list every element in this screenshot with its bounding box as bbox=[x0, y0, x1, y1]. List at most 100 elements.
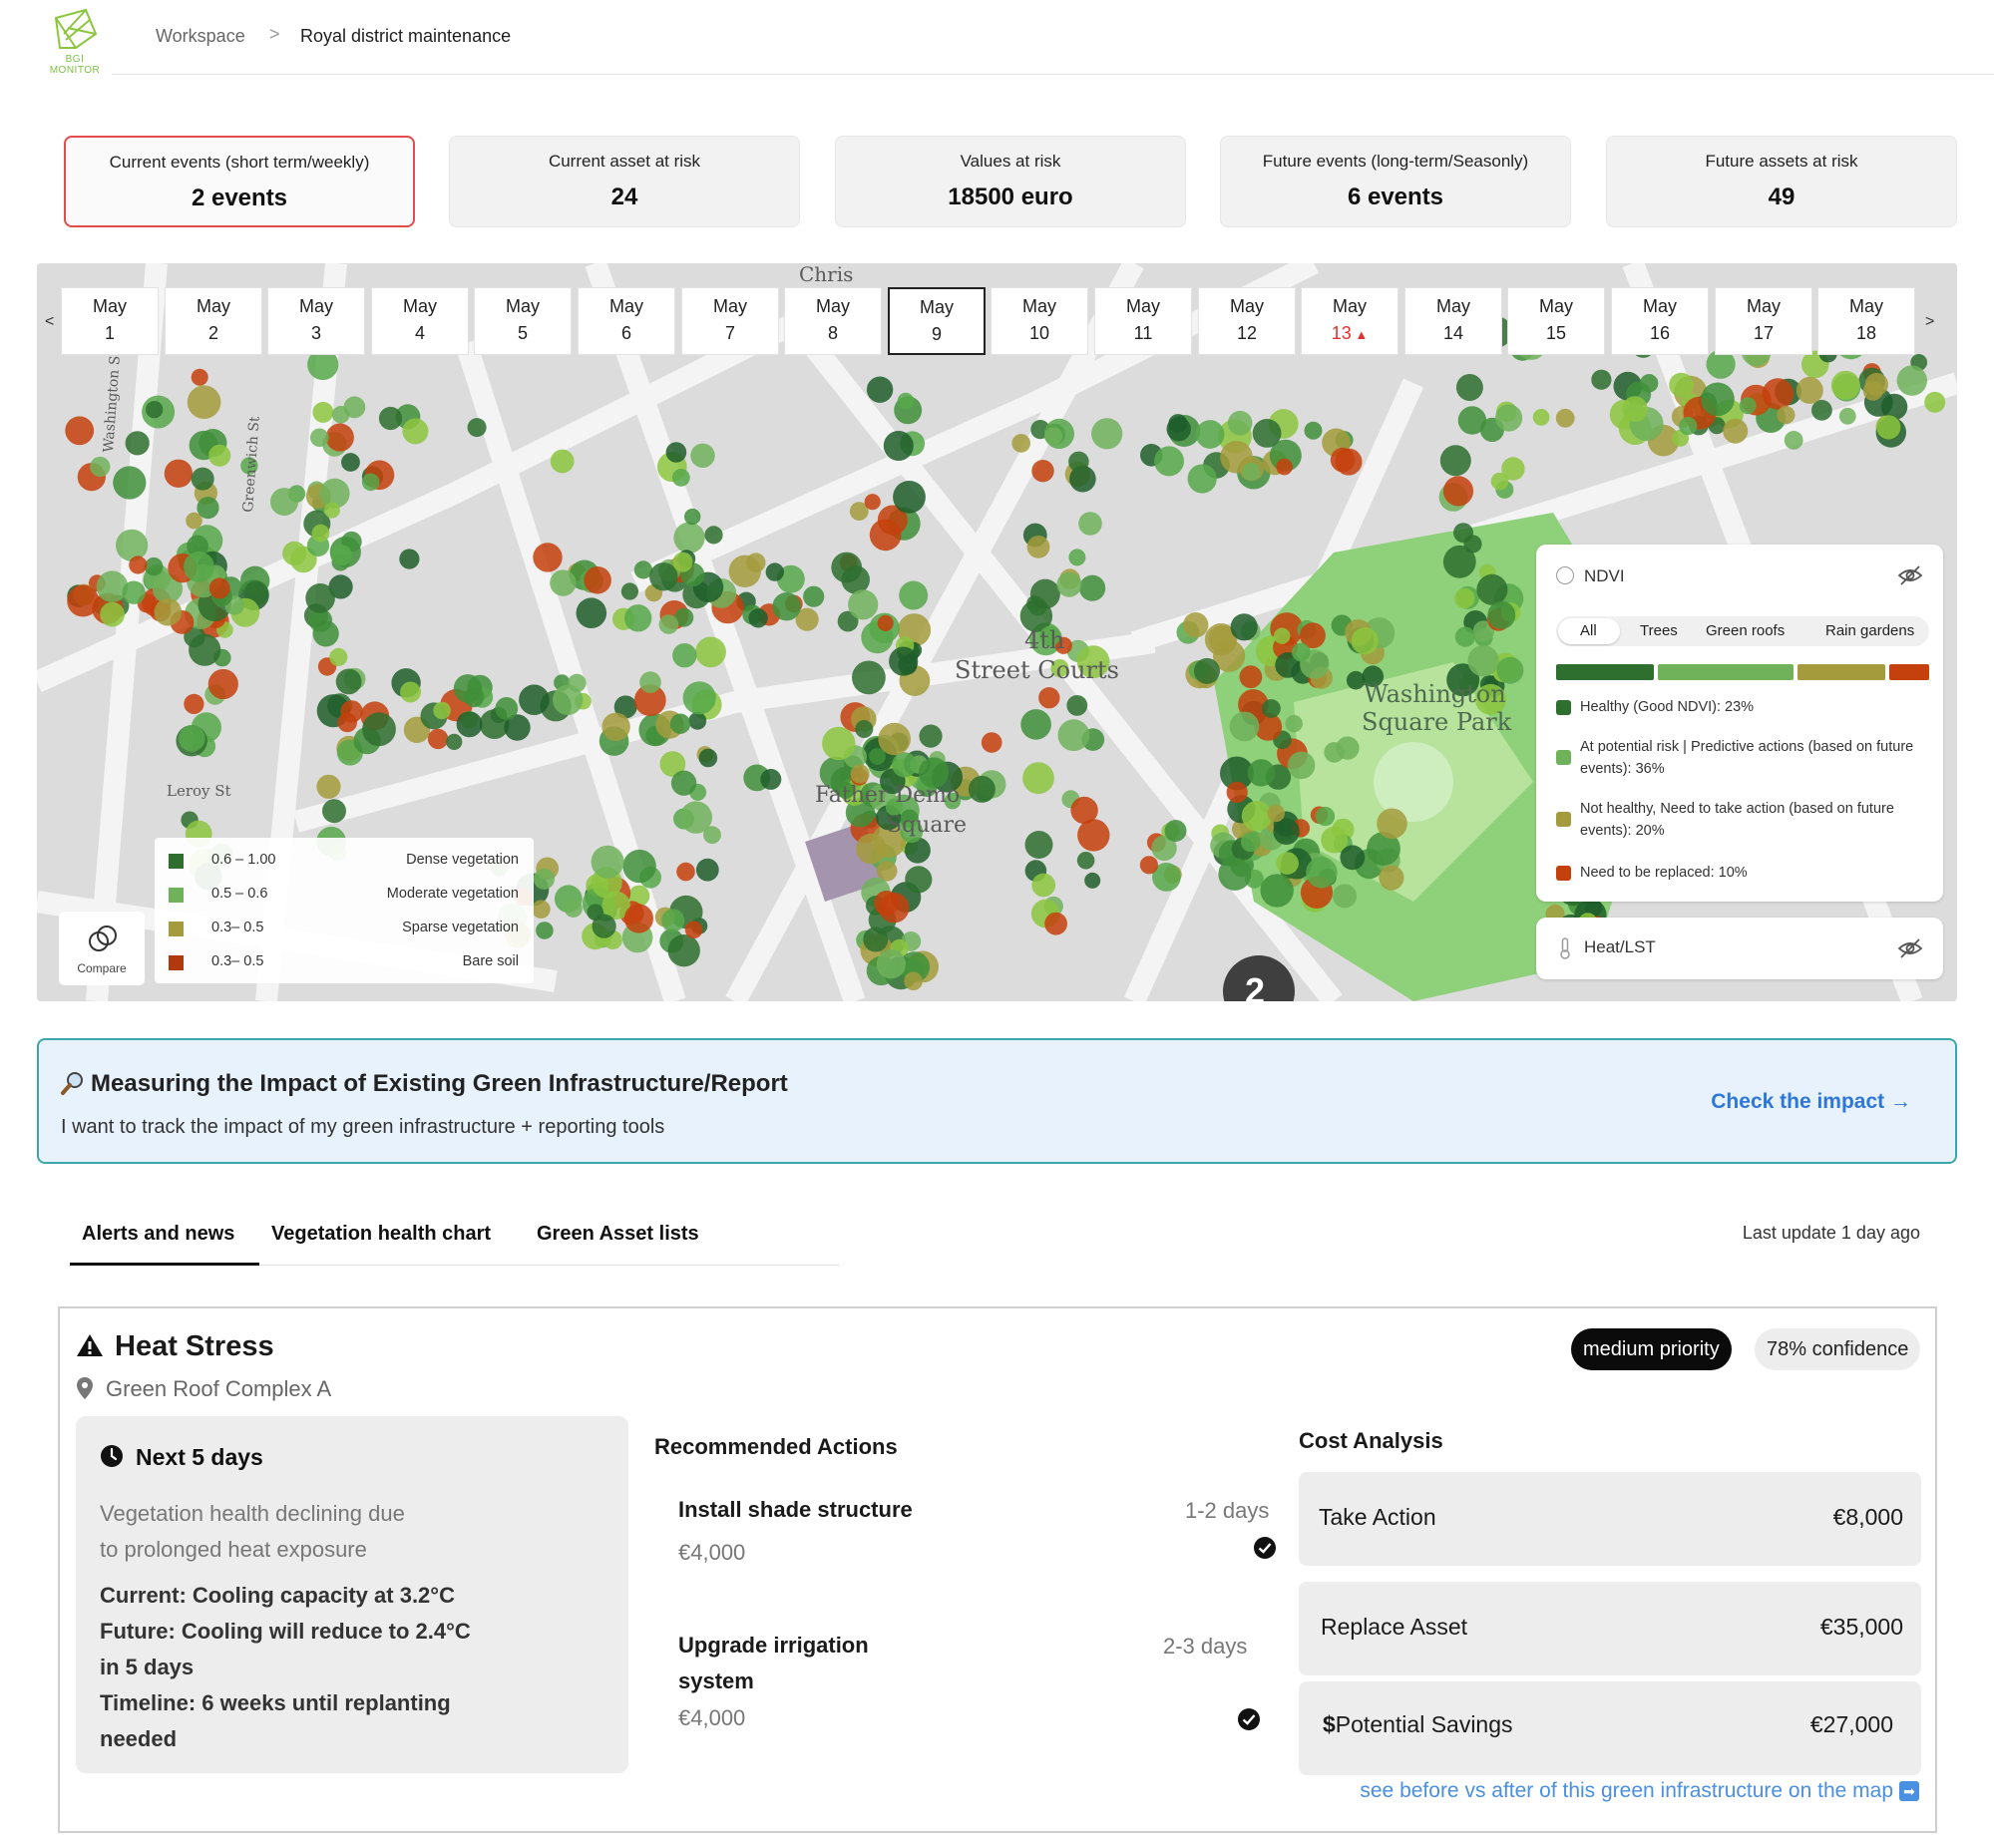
date-day-number: 14 bbox=[1442, 323, 1464, 343]
filter-green-roofs[interactable]: Green roofs bbox=[1706, 622, 1785, 639]
date-cell[interactable]: May 5 bbox=[474, 287, 572, 355]
tree-marker bbox=[1463, 535, 1482, 554]
check-circle-icon[interactable] bbox=[1237, 1707, 1261, 1731]
tree-marker bbox=[125, 431, 150, 456]
tree-marker bbox=[1031, 873, 1056, 898]
filter-all[interactable]: All bbox=[1580, 622, 1597, 639]
date-cell[interactable]: May 17 bbox=[1715, 287, 1812, 355]
tree-marker bbox=[1252, 419, 1282, 448]
timeline-prev-button[interactable]: < bbox=[45, 313, 54, 331]
filter-trees[interactable]: Trees bbox=[1640, 622, 1678, 639]
stat-card-future-events[interactable]: Future events (long-term/Seasonly) 6 eve… bbox=[1220, 136, 1571, 227]
tree-marker bbox=[591, 845, 624, 879]
date-cell[interactable]: May 13 ▲ bbox=[1301, 287, 1398, 355]
action-title-line: Upgrade irrigation bbox=[678, 1633, 869, 1658]
check-circle-icon[interactable] bbox=[1253, 1536, 1277, 1560]
tree-marker bbox=[658, 614, 679, 634]
ndvi-scale-row: 0.5 – 0.6 Moderate vegetation bbox=[169, 886, 523, 906]
tree-marker bbox=[191, 467, 214, 491]
link-text: see before vs after of this green infras… bbox=[1360, 1779, 1893, 1802]
tree-marker bbox=[184, 693, 204, 714]
impact-banner: Measuring the Impact of Existing Green I… bbox=[37, 1038, 1957, 1164]
compare-button[interactable]: Compare bbox=[59, 912, 145, 985]
tab-vegetation-health-chart[interactable]: Vegetation health chart bbox=[271, 1223, 491, 1246]
stat-card-values-at-risk[interactable]: Values at risk 18500 euro bbox=[835, 136, 1186, 227]
ndvi-panel-title: NDVI bbox=[1584, 566, 1625, 585]
tree-marker bbox=[1292, 642, 1311, 662]
tree-marker bbox=[584, 566, 611, 594]
before-after-map-link[interactable]: see before vs after of this green infras… bbox=[1360, 1779, 1919, 1803]
date-day-number: 15 bbox=[1545, 323, 1567, 343]
scale-swatch bbox=[169, 854, 184, 869]
tree-marker bbox=[1276, 852, 1299, 875]
vegetation-map[interactable]: 2 4th Street Courts Washington Square Pa… bbox=[37, 263, 1957, 1001]
action-title[interactable]: Upgrade irrigation system bbox=[678, 1628, 869, 1699]
date-cell[interactable]: May 3 bbox=[267, 287, 365, 355]
date-cell[interactable]: May 12 bbox=[1198, 287, 1296, 355]
hide-layer-icon[interactable] bbox=[1897, 937, 1923, 959]
tree-marker bbox=[1762, 378, 1795, 410]
hide-layer-icon[interactable] bbox=[1897, 564, 1923, 586]
tree-marker bbox=[1640, 374, 1659, 393]
date-day-number: 2 bbox=[207, 323, 218, 343]
filter-rain-gardens[interactable]: Rain gardens bbox=[1825, 622, 1914, 639]
tree-marker bbox=[495, 697, 519, 720]
ndvi-bar-replace bbox=[1889, 664, 1929, 680]
tab-alerts-and-news[interactable]: Alerts and news bbox=[82, 1223, 234, 1246]
stat-card-future-assets[interactable]: Future assets at risk 49 bbox=[1606, 136, 1957, 227]
date-cell[interactable]: May 15 bbox=[1507, 287, 1605, 355]
ndvi-legend-healthy: Healthy (Good NDVI): 23% bbox=[1556, 696, 1925, 718]
date-cell[interactable]: May 16 bbox=[1611, 287, 1709, 355]
date-cell[interactable]: May 1 bbox=[61, 287, 159, 355]
alert-location: Green Roof Complex A bbox=[106, 1376, 332, 1401]
date-cell[interactable]: May 4 bbox=[371, 287, 469, 355]
stat-card-current-assets[interactable]: Current asset at risk 24 bbox=[449, 136, 800, 227]
date-month: May bbox=[298, 296, 333, 316]
tree-marker bbox=[1038, 687, 1060, 709]
stat-card-current-events[interactable]: Current events (short term/weekly) 2 eve… bbox=[64, 136, 415, 227]
tree-marker bbox=[1218, 857, 1252, 891]
date-cell[interactable]: May 10 bbox=[991, 287, 1088, 355]
date-cell[interactable]: May 7 bbox=[681, 287, 779, 355]
tree-marker bbox=[669, 713, 691, 734]
date-day: 4 bbox=[372, 323, 468, 344]
alert-title: Heat Stress bbox=[115, 1330, 274, 1362]
scale-swatch bbox=[169, 888, 184, 903]
date-cell[interactable]: May 18 bbox=[1817, 287, 1915, 355]
date-cell[interactable]: May 9 bbox=[888, 287, 986, 355]
tree-marker bbox=[1487, 600, 1516, 629]
tree-marker bbox=[533, 868, 555, 890]
heat-lst-panel[interactable]: Heat/LST bbox=[1536, 918, 1943, 979]
banner-title: Measuring the Impact of Existing Green I… bbox=[91, 1070, 788, 1097]
forecast-timeline-cont: needed bbox=[100, 1726, 178, 1751]
date-day-number: 18 bbox=[1855, 323, 1877, 343]
action-cost: €4,000 bbox=[678, 1705, 746, 1730]
tree-marker bbox=[772, 592, 801, 621]
tree-marker bbox=[1532, 409, 1550, 426]
tree-marker bbox=[197, 497, 219, 520]
date-cell[interactable]: May 8 bbox=[784, 287, 882, 355]
tree-marker bbox=[341, 453, 360, 472]
tree-marker bbox=[1490, 472, 1509, 491]
date-day-number: 16 bbox=[1649, 323, 1671, 343]
breadcrumb-workspace[interactable]: Workspace bbox=[156, 26, 245, 47]
stat-value: 49 bbox=[1768, 184, 1795, 210]
date-cell[interactable]: May 6 bbox=[578, 287, 675, 355]
check-impact-link[interactable]: Check the impact → bbox=[1711, 1090, 1911, 1114]
date-cell[interactable]: May 2 bbox=[165, 287, 262, 355]
last-update-text: Last update 1 day ago bbox=[1742, 1223, 1920, 1243]
date-cell[interactable]: May 11 bbox=[1094, 287, 1192, 355]
tab-green-asset-lists[interactable]: Green Asset lists bbox=[537, 1223, 699, 1246]
tree-marker bbox=[550, 449, 575, 474]
action-title[interactable]: Install shade structure bbox=[678, 1492, 913, 1528]
ndvi-layer-icon bbox=[1556, 566, 1574, 584]
date-month: May bbox=[1125, 296, 1160, 316]
date-day-number: 12 bbox=[1236, 323, 1258, 343]
header-divider bbox=[112, 74, 1994, 75]
tree-marker bbox=[639, 671, 661, 693]
timeline-next-button[interactable]: > bbox=[1925, 313, 1934, 331]
date-cell[interactable]: May 14 bbox=[1404, 287, 1502, 355]
tree-marker bbox=[305, 583, 335, 613]
date-month: May bbox=[1021, 296, 1056, 316]
tree-marker bbox=[876, 949, 907, 979]
